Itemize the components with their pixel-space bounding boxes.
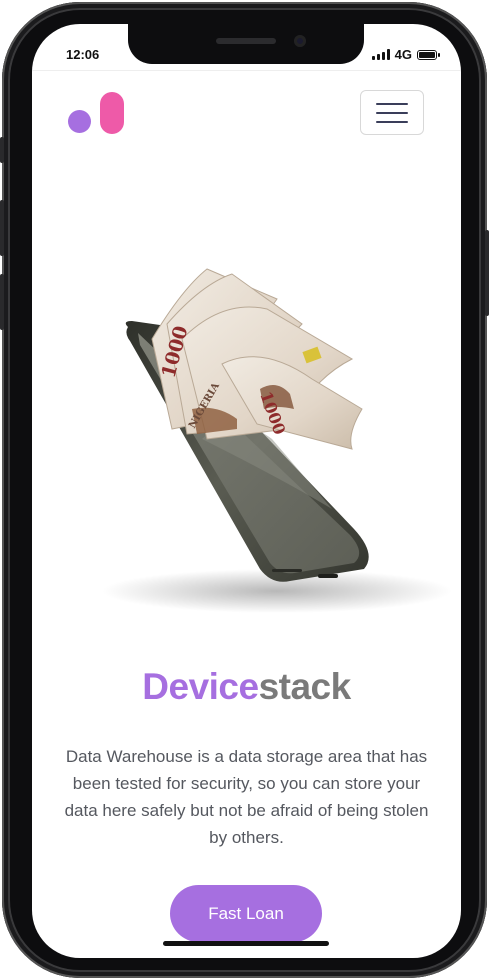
title-part-device: Device — [142, 666, 259, 707]
signal-bars-icon — [371, 49, 390, 60]
menu-line — [376, 120, 408, 123]
page-title: Devicestack — [32, 666, 461, 708]
status-indicators: 4G — [371, 47, 440, 62]
speaker-grille — [216, 38, 276, 44]
phone-money-illustration: 1000 1000 NIGERIA — [102, 268, 452, 613]
power-button — [485, 230, 489, 316]
screen: 12:06 4G 1000 1000 NIGERIA Devicestack D… — [32, 24, 461, 958]
notch — [128, 24, 364, 64]
phone-speaker-grille — [272, 569, 302, 572]
phone-port — [318, 574, 338, 578]
phone-frame: 12:06 4G 1000 1000 NIGERIA Devicestack D… — [0, 2, 489, 978]
status-time: 12:06 — [66, 47, 100, 62]
front-camera — [294, 35, 306, 47]
logo-pill — [100, 92, 124, 134]
devicestack-logo[interactable] — [68, 92, 128, 136]
battery-level — [419, 51, 435, 58]
status-divider — [32, 70, 461, 71]
logo-dot — [68, 110, 91, 133]
menu-line — [376, 102, 408, 105]
mute-switch — [0, 137, 4, 163]
volume-up-button — [0, 200, 4, 256]
hamburger-menu-button[interactable] — [360, 90, 424, 135]
volume-down-button — [0, 274, 4, 330]
home-indicator[interactable] — [163, 941, 329, 946]
menu-line — [376, 111, 408, 114]
fast-loan-button[interactable]: Fast Loan — [170, 885, 322, 942]
title-part-stack: stack — [258, 666, 352, 707]
battery-icon — [417, 49, 440, 60]
network-type: 4G — [394, 47, 412, 62]
description-text: Data Warehouse is a data storage area th… — [64, 747, 429, 847]
